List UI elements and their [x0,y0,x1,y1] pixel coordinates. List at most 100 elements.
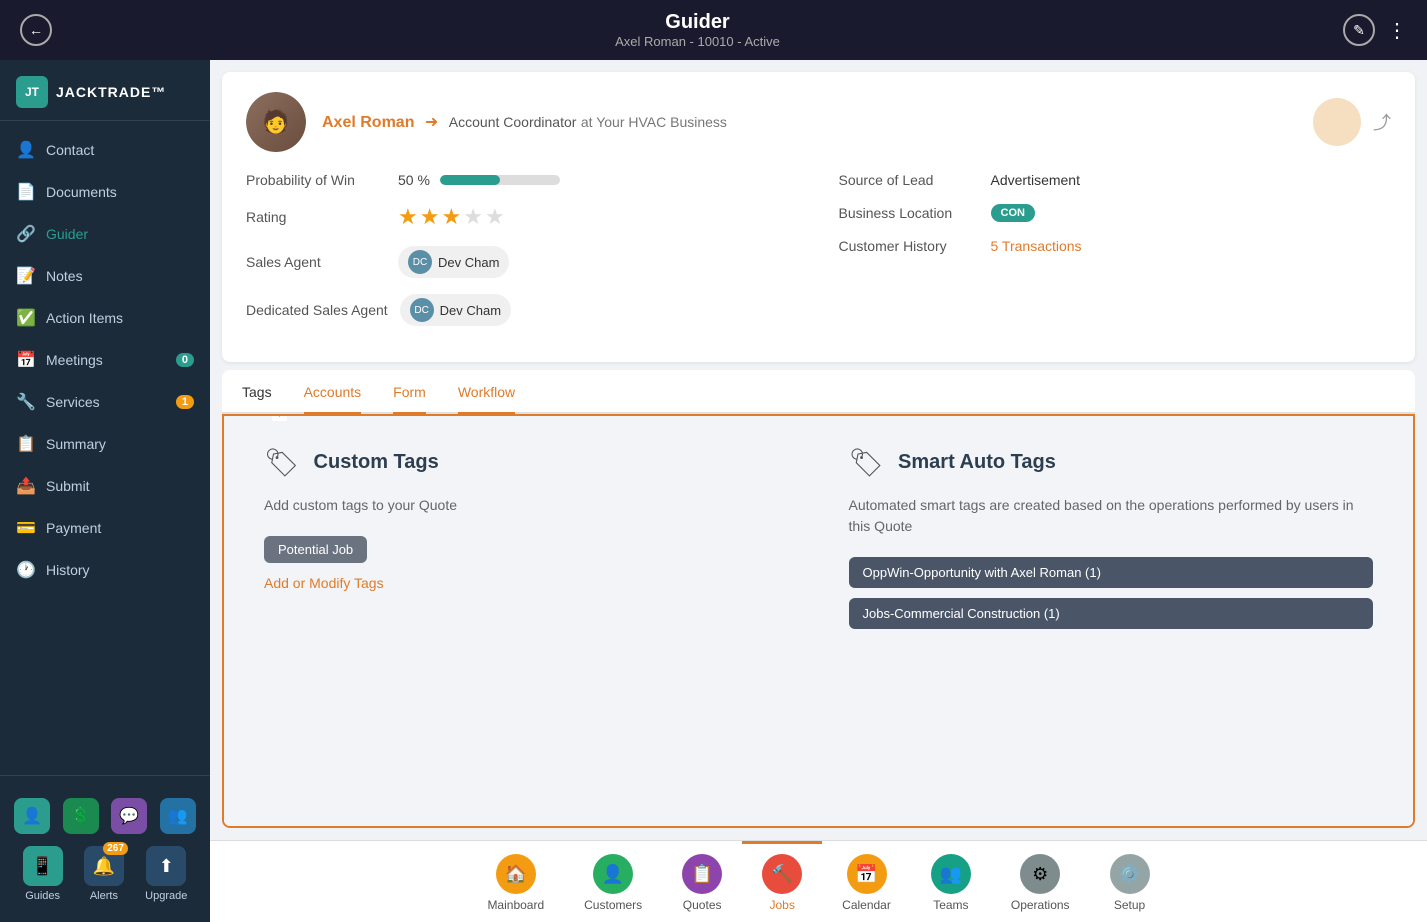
tags-inner: 🏷 Custom Tags Add custom tags to your Qu… [224,416,1413,826]
tags-content-wrapper: ▾ 🏷 Custom Tags Add custom tags to your … [222,414,1415,828]
edit-button[interactable]: ✎ [1343,14,1375,46]
sidebar-label-summary: Summary [46,436,106,452]
profile-role: Account Coordinator [449,114,577,130]
sidebar-item-action-items[interactable]: ✅ Action Items [0,297,210,339]
sidebar-item-summary[interactable]: 📋 Summary [0,423,210,465]
smart-tag-1: Jobs-Commercial Construction (1) [849,598,1374,629]
sidebar-label-guider: Guider [46,226,88,242]
profile-card: 🧑 Axel Roman ➜ Account Coordinator at Yo… [222,72,1415,362]
transactions-link[interactable]: 5 Transactions [991,238,1082,254]
tab-form[interactable]: Form [393,370,426,414]
bottom-nav-customers[interactable]: 👤 Customers [564,841,662,922]
tab-workflow[interactable]: Workflow [458,370,515,414]
upgrade-icon: ⬆ [146,846,186,886]
profile-arrow-icon: ➜ [425,114,438,131]
bottom-nav-quotes[interactable]: 📋 Quotes [662,841,742,922]
probability-row: Probability of Win 50 % [246,172,799,188]
teams-icon: 👥 [931,854,971,894]
star-2: ★ [420,204,440,230]
contact-icon: 👤 [16,140,36,160]
chevron-down-icon: ▾ [272,414,287,421]
sidebar-bottom: 👤 💲 💬 👥 📱 Guides 🔔 267 Alerts [0,775,210,922]
tab-tags[interactable]: Tags [242,370,272,414]
sidebar-label-services: Services [46,394,100,410]
rating-row: Rating ★ ★ ★ ★ ★ [246,204,799,230]
header-right: ✎ ⋮ [1343,14,1407,46]
sidebar-label-notes: Notes [46,268,83,284]
sidebar-item-notes[interactable]: 📝 Notes [0,255,210,297]
back-button[interactable]: ← [20,14,52,46]
custom-tags-desc: Add custom tags to your Quote [264,495,789,516]
bottom-nav-setup[interactable]: ⚙️ Setup [1090,841,1170,922]
sidebar-item-payment[interactable]: 💳 Payment [0,507,210,549]
sidebar-label-meetings: Meetings [46,352,103,368]
bottom-guides[interactable]: 📱 Guides [23,846,63,902]
probability-label: Probability of Win [246,172,386,188]
smart-tags-icon: 🏷 [849,446,885,479]
location-row: Business Location CON [839,204,1392,222]
user-profile-icon[interactable]: 👤 [14,798,50,834]
dedicated-agent-label: Dedicated Sales Agent [246,302,388,318]
sidebar-item-meetings[interactable]: 📅 Meetings 0 [0,339,210,381]
people-icon[interactable]: 👥 [160,798,196,834]
guides-label: Guides [25,890,60,902]
profile-info: Axel Roman ➜ Account Coordinator at Your… [322,112,1297,132]
profile-top: 🧑 Axel Roman ➜ Account Coordinator at Yo… [246,92,1391,152]
sidebar-item-submit[interactable]: 📤 Submit [0,465,210,507]
custom-tags-title: Custom Tags [314,451,439,474]
star-1: ★ [398,204,418,230]
sidebar-logo: JT JACKTRADE™ [0,60,210,121]
history-icon: 🕐 [16,560,36,580]
custom-tags-icon: 🏷 [264,446,300,479]
sidebar-bottom-nav: 📱 Guides 🔔 267 Alerts ⬆ Upgrade [0,838,210,910]
tab-accounts[interactable]: Accounts [304,370,362,414]
share-icon[interactable]: ⤴ [1373,109,1391,135]
calendar-label: Calendar [842,898,891,912]
sidebar-nav: 👤 Contact 📄 Documents 🔗 Guider 📝 Notes ✅ [0,121,210,775]
alerts-label: Alerts [90,890,118,902]
dedicated-agent-name: Dev Cham [440,303,501,318]
dedicated-agent-chip: DC Dev Cham [400,294,511,326]
customers-label: Customers [584,898,642,912]
page-title: Guider [615,11,780,34]
dedicated-agent-row: Dedicated Sales Agent DC Dev Cham [246,294,799,326]
alerts-icon: 🔔 267 [84,846,124,886]
profile-secondary-avatar [1313,98,1361,146]
sales-agent-avatar: DC [408,250,432,274]
add-tag-link[interactable]: Add or Modify Tags [264,575,384,591]
dollar-icon[interactable]: 💲 [63,798,99,834]
sidebar-item-guider[interactable]: 🔗 Guider [0,213,210,255]
bottom-nav-operations[interactable]: ⚙ Operations [991,841,1090,922]
bottom-upgrade[interactable]: ⬆ Upgrade [145,846,187,902]
bottom-nav-jobs[interactable]: 🔨 Jobs [742,841,822,922]
sidebar-item-history[interactable]: 🕐 History [0,549,210,591]
sidebar-item-documents[interactable]: 📄 Documents [0,171,210,213]
star-3: ★ [441,204,461,230]
history-row: Customer History 5 Transactions [839,238,1392,254]
probability-bar-wrap: 50 % [398,172,560,188]
smart-tag-0: OppWin-Opportunity with Axel Roman (1) [849,557,1374,588]
guider-icon: 🔗 [16,224,36,244]
source-label: Source of Lead [839,172,979,188]
bottom-nav-mainboard[interactable]: 🏠 Mainboard [467,841,564,922]
sidebar-user-icons: 👤 💲 💬 👥 [0,788,210,838]
setup-icon: ⚙️ [1110,854,1150,894]
content-area: 🧑 Axel Roman ➜ Account Coordinator at Yo… [210,60,1427,922]
bottom-nav-teams[interactable]: 👥 Teams [911,841,991,922]
bottom-alerts[interactable]: 🔔 267 Alerts [84,846,124,902]
sidebar-item-services[interactable]: 🔧 Services 1 [0,381,210,423]
payment-icon: 💳 [16,518,36,538]
more-button[interactable]: ⋮ [1387,18,1407,43]
guides-icon: 📱 [23,846,63,886]
services-badge: 1 [176,395,194,409]
sidebar: JT JACKTRADE™ 👤 Contact 📄 Documents 🔗 Gu… [0,60,210,922]
sales-agent-row: Sales Agent DC Dev Cham [246,246,799,278]
custom-tag-chip: Potential Job [264,536,367,563]
probability-value: 50 % [398,172,430,188]
operations-label: Operations [1011,898,1070,912]
chat-icon[interactable]: 💬 [111,798,147,834]
sidebar-item-contact[interactable]: 👤 Contact [0,129,210,171]
bottom-nav-calendar[interactable]: 📅 Calendar [822,841,911,922]
sidebar-label-payment: Payment [46,520,101,536]
main-layout: JT JACKTRADE™ 👤 Contact 📄 Documents 🔗 Gu… [0,60,1427,922]
